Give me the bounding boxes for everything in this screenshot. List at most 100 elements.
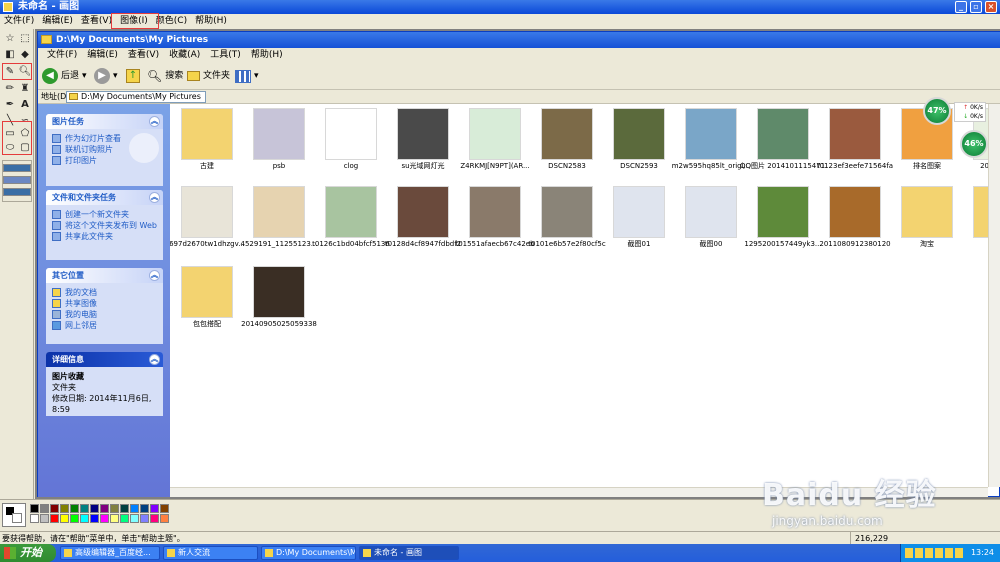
file-item[interactable]: su光域网灯光 — [388, 108, 458, 170]
task-share-folder[interactable]: 共享此文件夹 — [52, 231, 157, 242]
start-button[interactable]: 开始 — [0, 544, 56, 562]
vertical-scrollbar[interactable] — [988, 104, 1000, 487]
explorer-menu-tools[interactable]: 工具(T) — [205, 48, 246, 62]
color-swatch[interactable] — [80, 504, 89, 513]
file-item[interactable]: 包包搭配 — [172, 266, 242, 328]
fill-style-filled-outline[interactable] — [3, 176, 31, 184]
rectangle-icon[interactable]: ▭ — [3, 127, 17, 141]
address-input[interactable]: D:\My Documents\My Pictures — [66, 91, 206, 103]
color-swatch[interactable] — [120, 504, 129, 513]
menu-file[interactable]: 文件(F) — [0, 14, 38, 29]
rect-select-icon[interactable]: ⬚ — [18, 32, 32, 46]
task-editor[interactable]: 高级编辑器_百度经... — [60, 546, 160, 560]
place-network[interactable]: 网上邻居 — [52, 320, 157, 331]
color-swatch[interactable] — [40, 514, 49, 523]
collapse-icon[interactable]: ︽ — [149, 270, 160, 281]
fill-style-outline[interactable] — [3, 164, 31, 172]
rounded-rect-icon[interactable]: ▢ — [18, 141, 32, 155]
color-picker-icon[interactable]: ✎ — [3, 65, 17, 79]
details-header[interactable]: 详细信息 ︽ — [46, 352, 163, 367]
explorer-menu-help[interactable]: 帮助(H) — [246, 48, 288, 62]
color-swatch[interactable] — [50, 514, 59, 523]
free-select-icon[interactable]: ☆ — [3, 32, 17, 46]
close-button[interactable]: × — [985, 1, 997, 13]
task-print[interactable]: 打印图片 — [52, 155, 157, 166]
picture-tasks-header[interactable]: 图片任务 ︽ — [46, 114, 163, 129]
color-swatch[interactable] — [100, 504, 109, 513]
file-item[interactable]: clog — [316, 108, 386, 170]
text-tool-icon[interactable]: A — [18, 98, 32, 112]
views-button[interactable]: ▾ — [235, 66, 259, 86]
polygon-icon[interactable]: ⬠ — [18, 127, 32, 141]
color-swatch[interactable] — [140, 514, 149, 523]
file-item[interactable]: 1295200157449yk3... — [744, 186, 822, 248]
file-item[interactable]: DSCN2583 — [532, 108, 602, 170]
color-swatch[interactable] — [150, 504, 159, 513]
file-item[interactable]: 4529191_11255123... — [241, 186, 317, 248]
color-swatch[interactable] — [90, 504, 99, 513]
pencil-icon[interactable]: ✏ — [3, 82, 17, 96]
fill-style-filled[interactable] — [3, 188, 31, 196]
airbrush-icon[interactable]: ✒ — [3, 98, 17, 112]
color-swatch[interactable] — [100, 514, 109, 523]
color-swatch[interactable] — [30, 504, 39, 513]
color-swatch[interactable] — [70, 504, 79, 513]
collapse-icon[interactable]: ︽ — [149, 116, 160, 127]
color-swatch[interactable] — [60, 514, 69, 523]
color-swatch[interactable] — [110, 514, 119, 523]
color-swatch[interactable] — [140, 504, 149, 513]
color-swatch[interactable] — [110, 504, 119, 513]
task-order-prints[interactable]: 联机订购照片 — [52, 144, 157, 155]
current-colors-box[interactable] — [2, 503, 26, 527]
magnifier-icon[interactable]: 🔍︎ — [18, 65, 32, 79]
file-item[interactable]: 截图01 — [604, 186, 674, 248]
color-swatch[interactable] — [120, 514, 129, 523]
explorer-menu-favorites[interactable]: 收藏(A) — [164, 48, 205, 62]
menu-edit[interactable]: 编辑(E) — [38, 14, 77, 29]
fill-icon[interactable]: ◆ — [18, 48, 32, 62]
file-tasks-header[interactable]: 文件和文件夹任务 ︽ — [46, 190, 163, 205]
place-my-computer[interactable]: 我的电脑 — [52, 309, 157, 320]
other-places-header[interactable]: 其它位置 ︽ — [46, 268, 163, 283]
explorer-menu-view[interactable]: 查看(V) — [123, 48, 164, 62]
color-swatch[interactable] — [60, 504, 69, 513]
up-folder-button[interactable]: ↑ — [126, 66, 140, 86]
color-swatch[interactable] — [30, 514, 39, 523]
task-chat[interactable]: 新人交流 — [163, 546, 258, 560]
color-swatch[interactable] — [90, 514, 99, 523]
file-item[interactable]: Z4RKMJ[N9PT](AR... — [460, 108, 530, 170]
file-item[interactable]: 截图00 — [676, 186, 746, 248]
color-swatch[interactable] — [160, 504, 169, 513]
task-publish-web[interactable]: 将这个文件夹发布到 Web — [52, 220, 157, 231]
task-explorer[interactable]: D:\My Documents\My... — [261, 546, 356, 560]
brush-icon[interactable]: ♜ — [18, 82, 32, 96]
file-item[interactable]: 淘宝 — [892, 186, 962, 248]
color-swatch[interactable] — [130, 504, 139, 513]
eraser-icon[interactable]: ◧ — [3, 48, 17, 62]
file-item[interactable]: t0123ef3eefe71564fa — [817, 108, 893, 170]
tray-icons[interactable] — [905, 548, 965, 558]
color-swatch[interactable] — [40, 504, 49, 513]
color-swatch[interactable] — [130, 514, 139, 523]
task-slideshow[interactable]: 作为幻灯片查看 — [52, 133, 157, 144]
color-swatch[interactable] — [50, 504, 59, 513]
file-item[interactable]: t0128d4cf8947fdbdf2 — [385, 186, 461, 248]
ellipse-icon[interactable]: ⬭ — [3, 141, 17, 155]
search-button[interactable]: 🔍︎ 搜索 — [147, 66, 183, 86]
color-swatch[interactable] — [150, 514, 159, 523]
back-button[interactable]: ◀ 后退 ▾ — [42, 66, 87, 86]
file-item[interactable]: t01551afaecb67c42eb — [455, 186, 535, 248]
file-item[interactable]: 20140905025059338 — [241, 266, 317, 328]
task-new-folder[interactable]: 创建一个新文件夹 — [52, 209, 157, 220]
color-swatch[interactable] — [80, 514, 89, 523]
file-item[interactable]: t0101e6b57e2f80cf5c — [528, 186, 606, 248]
file-item[interactable]: t0126c1bd04bfcf5136 — [312, 186, 390, 248]
file-item[interactable]: 古建 — [172, 108, 242, 170]
file-item[interactable]: 2011080912380120 — [819, 186, 891, 248]
maximize-button[interactable]: ▫ — [970, 1, 982, 13]
menu-help[interactable]: 帮助(H) — [191, 14, 231, 29]
collapse-icon[interactable]: ︽ — [149, 354, 160, 365]
explorer-menu-edit[interactable]: 编辑(E) — [82, 48, 123, 62]
file-item[interactable]: psb — [244, 108, 314, 170]
file-item[interactable]: m2w595hq85lt_origi... — [672, 108, 750, 170]
